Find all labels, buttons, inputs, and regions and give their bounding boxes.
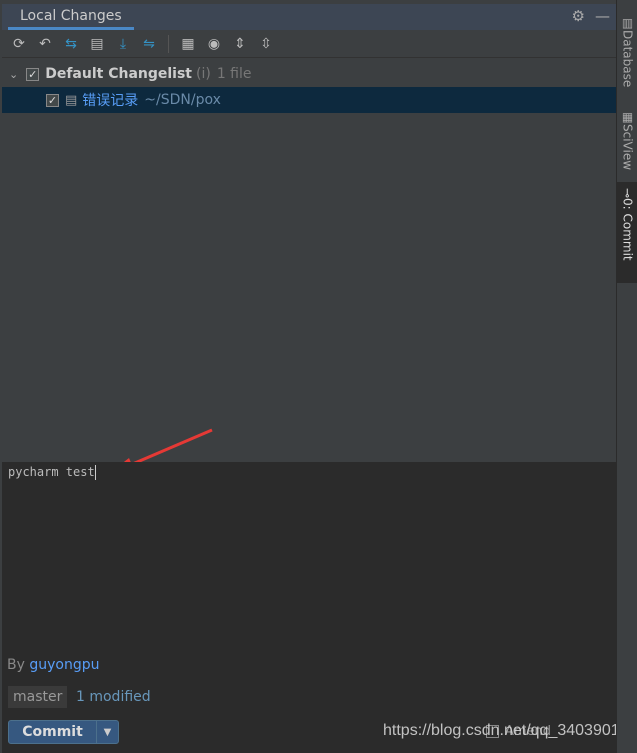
panel-header: Local Changes ⚙ — bbox=[2, 4, 616, 30]
sciview-icon: ▦ bbox=[620, 110, 635, 124]
author-prefix: By bbox=[7, 657, 25, 673]
shelve-icon[interactable]: ▤ bbox=[87, 34, 107, 54]
toolbar: ⟳ ↶ ⇆ ▤ ⤓ ⇋ ▦ ◉ ⇕ ⇳ bbox=[2, 30, 616, 58]
file-path: ~/SDN/pox bbox=[144, 92, 221, 108]
tab-local-changes[interactable]: Local Changes bbox=[8, 4, 134, 30]
author-line: By guyongpu bbox=[7, 657, 99, 673]
watermark: https://blog.csdn.net/qq_34039018 bbox=[383, 722, 629, 739]
right-tool-sidebar: ▥ Database ▦ SciView ⊸ 0: Commit bbox=[616, 0, 637, 753]
expand-all-icon[interactable]: ⇕ bbox=[230, 34, 250, 54]
toolbar-divider bbox=[168, 34, 169, 53]
commit-message-input[interactable]: pycharm test bbox=[8, 465, 95, 479]
database-icon: ▥ bbox=[620, 16, 635, 30]
chevron-down-icon[interactable]: ⌄ bbox=[9, 68, 18, 81]
file-name: 错误记录 bbox=[82, 93, 139, 109]
changelist-name: Default Changelist bbox=[45, 66, 192, 82]
text-caret bbox=[94, 465, 96, 480]
author-link[interactable]: guyongpu bbox=[29, 657, 99, 673]
file-icon: ▤ bbox=[65, 92, 78, 108]
sidebar-tab-label: Database bbox=[620, 30, 635, 88]
modified-count-link[interactable]: 1 modified bbox=[76, 689, 151, 705]
branch-badge: master bbox=[8, 686, 68, 708]
diff-icon[interactable]: ⇆ bbox=[61, 34, 81, 54]
commit-button[interactable]: Commit bbox=[9, 721, 97, 743]
refresh-icon[interactable]: ⟳ bbox=[9, 34, 29, 54]
changelist-checkbox[interactable]: ✓ bbox=[26, 67, 40, 81]
branch-icon[interactable]: ⇋ bbox=[139, 34, 159, 54]
sidebar-tab-label: SciView bbox=[620, 124, 635, 171]
local-changes-panel: Local Changes ⚙ — ⟳ ↶ ⇆ ▤ ⤓ ⇋ ▦ ◉ ⇕ ⇳ ⌄ … bbox=[2, 0, 629, 753]
sidebar-tab-database[interactable]: ▥ Database bbox=[617, 10, 637, 90]
commit-message-area[interactable]: pycharm test By guyongpu master 1 modifi… bbox=[2, 462, 629, 753]
group-icon[interactable]: ▦ bbox=[178, 34, 198, 54]
sidebar-tab-commit[interactable]: ⊸ 0: Commit bbox=[617, 182, 637, 283]
sidebar-tab-label: 0: Commit bbox=[620, 198, 635, 261]
collapse-all-icon[interactable]: ⇳ bbox=[256, 34, 276, 54]
file-count: 1 file bbox=[216, 66, 252, 82]
eye-icon[interactable]: ◉ bbox=[204, 34, 224, 54]
commit-icon: ⊸ bbox=[620, 188, 635, 199]
commit-button-group: Commit ▼ bbox=[8, 720, 119, 744]
changelist-row[interactable]: ⌄ ✓ Default Changelist (i) 1 file bbox=[2, 61, 616, 87]
changelist-info[interactable]: (i) bbox=[196, 66, 211, 82]
file-row[interactable]: ✓ ▤ 错误记录 ~/SDN/pox bbox=[2, 87, 616, 113]
chevron-down-icon[interactable]: ▼ bbox=[97, 721, 118, 743]
sidebar-tab-sciview[interactable]: ▦ SciView bbox=[617, 104, 637, 176]
rollback-icon[interactable]: ↶ bbox=[35, 34, 55, 54]
minimize-icon[interactable]: — bbox=[595, 7, 610, 25]
changes-tree: ⌄ ✓ Default Changelist (i) 1 file ✓ ▤ 错误… bbox=[2, 58, 616, 462]
gear-icon[interactable]: ⚙ bbox=[572, 7, 585, 25]
update-icon[interactable]: ⤓ bbox=[113, 34, 133, 54]
file-checkbox[interactable]: ✓ bbox=[46, 93, 59, 107]
